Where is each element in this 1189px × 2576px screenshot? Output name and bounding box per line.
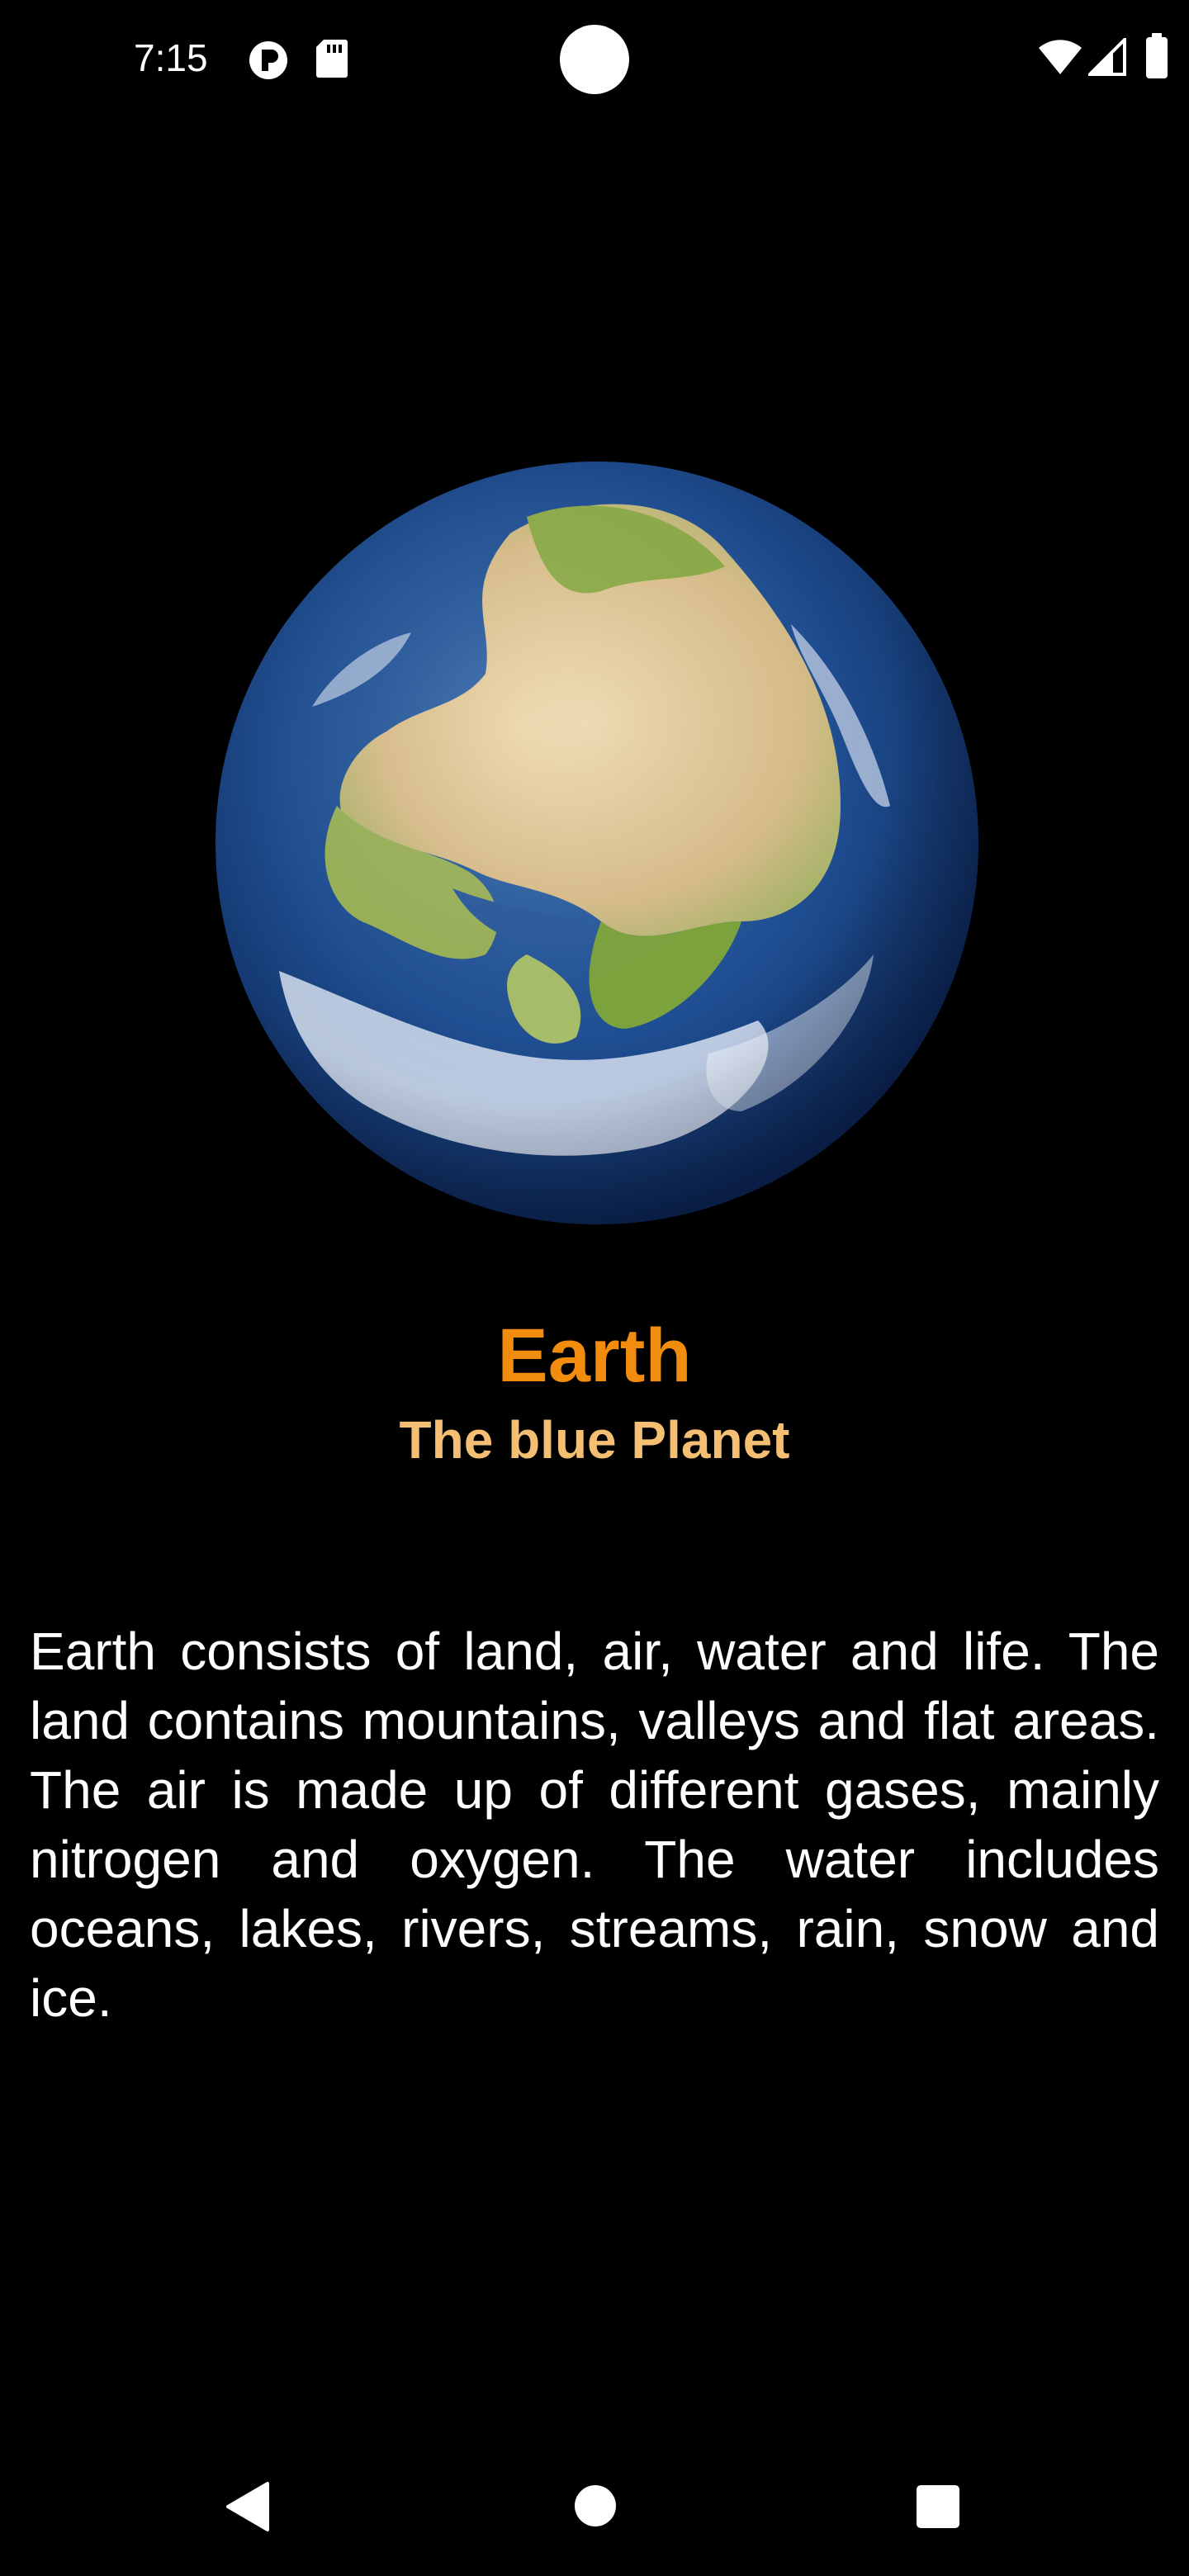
recents-icon[interactable]: [917, 2485, 959, 2528]
sd-card-icon: [316, 40, 348, 78]
planet-description: Earth consists of land, air, water and l…: [30, 1622, 1159, 2028]
camera-cutout: [560, 25, 629, 94]
back-icon[interactable]: [225, 2480, 271, 2533]
battery-icon: [1146, 33, 1168, 78]
cellular-signal-icon: [1088, 38, 1126, 76]
earth-globe-image: [216, 462, 978, 1224]
status-time: 7:15: [134, 36, 208, 79]
app-notification-icon: [249, 41, 287, 79]
home-icon[interactable]: [573, 2484, 618, 2528]
status-bar: 7:15: [0, 0, 1189, 116]
planet-name: Earth: [497, 1314, 692, 1398]
wifi-icon: [1039, 40, 1082, 74]
planet-tagline: The blue Planet: [399, 1410, 790, 1470]
